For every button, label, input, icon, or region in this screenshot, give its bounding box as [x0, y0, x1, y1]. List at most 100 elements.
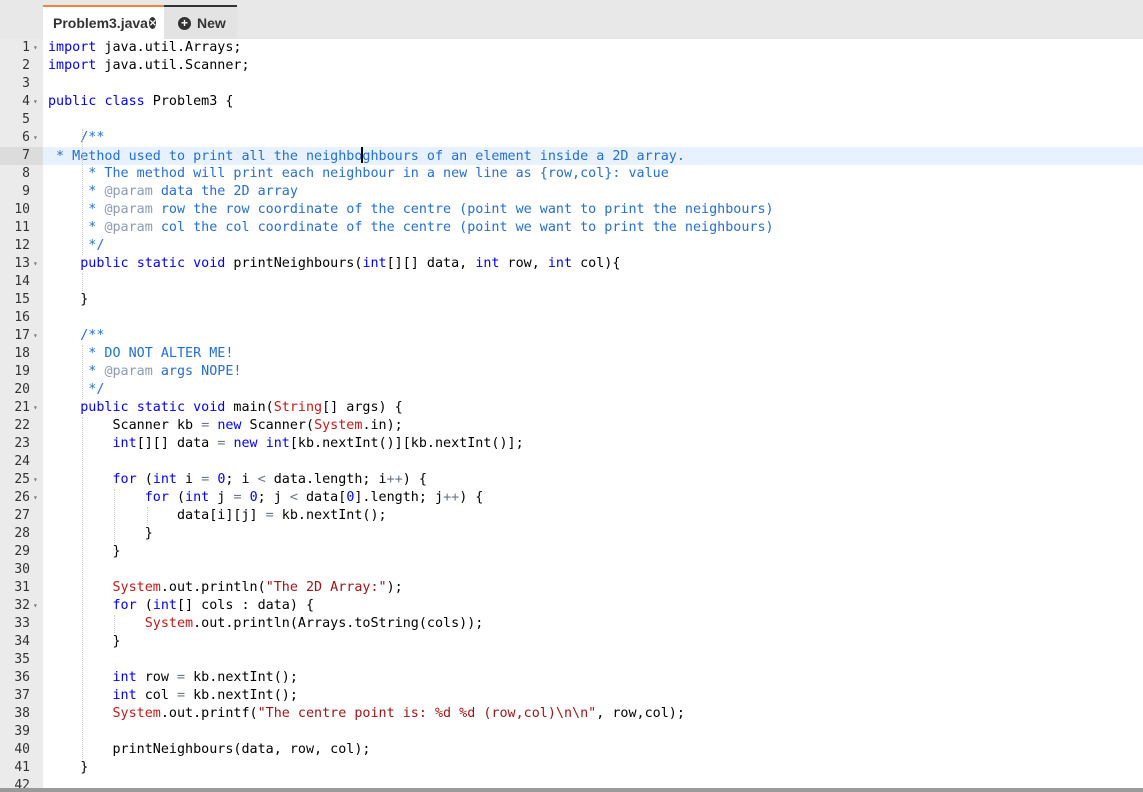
new-tab-button[interactable]: + New	[164, 5, 237, 39]
code-text: public static void printNeighbours(int[]…	[80, 256, 621, 271]
code-text: System.out.println("The 2D Array:");	[112, 580, 403, 595]
code-line[interactable]: 32 ▾ for (int[] cols : data) {	[0, 597, 1143, 615]
close-icon[interactable]: ✕	[148, 17, 157, 29]
horizontal-scrollbar[interactable]	[0, 788, 1143, 792]
line-number: 22	[14, 418, 30, 433]
tab-problem3-java[interactable]: Problem3.java ✕	[43, 5, 164, 39]
line-number: 30	[14, 562, 30, 577]
code-line[interactable]: 9 * @param data the 2D array	[0, 183, 1143, 201]
code-line[interactable]: 25 ▾ for (int i = 0; i < data.length; i++…	[0, 471, 1143, 489]
code-text: import java.util.Arrays;	[48, 40, 242, 55]
code-text: }	[48, 292, 89, 307]
tab-bar: Problem3.java ✕ + New	[0, 0, 1143, 39]
code-text: for (int i = 0; i < data.length; i++) {	[112, 472, 427, 487]
code-line[interactable]: 26 ▾ for (int j = 0; j < data[0].length; …	[0, 489, 1143, 507]
code-line[interactable]: 30	[0, 561, 1143, 579]
code-line[interactable]: 18 * DO NOT ALTER ME!	[0, 345, 1143, 363]
line-number: 16	[14, 310, 30, 325]
line-number: 31	[14, 580, 30, 595]
fold-toggle-icon[interactable]: ▾	[33, 399, 41, 417]
line-number: 2	[22, 58, 30, 73]
code-line[interactable]: 22 Scanner kb = new Scanner(System.in);	[0, 417, 1143, 435]
code-line[interactable]: 38 System.out.printf("The centre point i…	[0, 705, 1143, 723]
code-line[interactable]: 11 * @param col the col coordinate of th…	[0, 219, 1143, 237]
line-number: 7	[0, 147, 43, 165]
code-line[interactable]: 4 ▾ public class Problem3 {	[0, 93, 1143, 111]
line-number: 29	[14, 544, 30, 559]
code-text: printNeighbours(data, row, col);	[48, 742, 371, 757]
code-line[interactable]: 37 int col = kb.nextInt();	[0, 687, 1143, 705]
indent-guide	[114, 489, 115, 543]
code-line[interactable]: 3	[0, 75, 1143, 93]
fold-toggle-icon[interactable]: ▾	[33, 597, 41, 615]
code-line[interactable]: 23 int[][] data = new int[kb.nextInt()][…	[0, 435, 1143, 453]
fold-toggle-icon[interactable]: ▾	[33, 39, 41, 57]
line-number: 15	[14, 292, 30, 307]
code-text: * DO NOT ALTER ME!	[48, 346, 234, 361]
code-line[interactable]: 28 }	[0, 525, 1143, 543]
line-number: 41	[14, 760, 30, 775]
line-number: 18	[14, 346, 30, 361]
line-number: 3	[22, 76, 30, 91]
code-line[interactable]: 39	[0, 723, 1143, 741]
code-text: System.out.printf("The centre point is: …	[112, 706, 685, 721]
code-line[interactable]: 36 int row = kb.nextInt();	[0, 669, 1143, 687]
code-line[interactable]: 10 * @param row the row coordinate of th…	[0, 201, 1143, 219]
code-line[interactable]: 42	[0, 777, 1143, 788]
code-text: }	[48, 526, 153, 541]
code-line[interactable]: 12 */	[0, 237, 1143, 255]
code-line[interactable]: 33 System.out.println(Arrays.toString(co…	[0, 615, 1143, 633]
line-number: 40	[14, 742, 30, 757]
code-text: * @param col the col coordinate of the c…	[48, 220, 774, 235]
line-number: 38	[14, 706, 30, 721]
code-text: public class Problem3 {	[48, 94, 234, 109]
code-line[interactable]: 8 * The method will print each neighbour…	[0, 165, 1143, 183]
line-number: 35	[14, 652, 30, 667]
code-line[interactable]: 21 ▾ public static void main(String[] arg…	[0, 399, 1143, 417]
code-text: * @param row the row coordinate of the c…	[48, 202, 774, 217]
indent-guide	[114, 615, 115, 633]
code-line[interactable]: 19 * @param args NOPE!	[0, 363, 1143, 381]
line-number: 33	[14, 616, 30, 631]
fold-toggle-icon[interactable]: ▾	[33, 327, 41, 345]
code-line[interactable]: 14	[0, 273, 1143, 291]
fold-toggle-icon[interactable]: ▾	[33, 255, 41, 273]
line-number: 14	[14, 274, 30, 289]
tab-label: Problem3.java	[53, 15, 148, 31]
code-line[interactable]: 40 printNeighbours(data, row, col);	[0, 741, 1143, 759]
line-number: 34	[14, 634, 30, 649]
indent-guide	[82, 345, 83, 399]
code-line[interactable]: 20 */	[0, 381, 1143, 399]
code-line[interactable]: 17 ▾ /**	[0, 327, 1143, 345]
fold-toggle-icon[interactable]: ▾	[33, 489, 41, 507]
fold-toggle-icon[interactable]: ▾	[33, 93, 41, 111]
indent-guide	[82, 273, 83, 291]
code-text: }	[48, 634, 121, 649]
code-line[interactable]: 16	[0, 309, 1143, 327]
code-line[interactable]: 5	[0, 111, 1143, 129]
line-number: 37	[14, 688, 30, 703]
code-line[interactable]: 6 ▾ /**	[0, 129, 1143, 147]
code-line[interactable]: 27 data[i][j] = kb.nextInt();	[0, 507, 1143, 525]
code-line[interactable]: 29 }	[0, 543, 1143, 561]
code-line[interactable]: 31 System.out.println("The 2D Array:");	[0, 579, 1143, 597]
code-line[interactable]: 7 * Method used to print all the neighbo…	[0, 147, 1143, 165]
fold-toggle-icon[interactable]: ▾	[33, 129, 41, 147]
code-line[interactable]: 35	[0, 651, 1143, 669]
code-line[interactable]: 34 }	[0, 633, 1143, 651]
code-line[interactable]: 15 }	[0, 291, 1143, 309]
fold-toggle-icon[interactable]: ▾	[33, 471, 41, 489]
code-line[interactable]: 13 ▾ public static void printNeighbours(i…	[0, 255, 1143, 273]
code-editor[interactable]: 1 ▾ import java.util.Arrays; 2 import java.u…	[0, 39, 1143, 788]
line-number: 20	[14, 382, 30, 397]
code-line[interactable]: 1 ▾ import java.util.Arrays;	[0, 39, 1143, 57]
code-text: int row = kb.nextInt();	[112, 670, 298, 685]
code-text: int col = kb.nextInt();	[112, 688, 298, 703]
code-line[interactable]: 2 import java.util.Scanner;	[0, 57, 1143, 75]
line-number: 39	[14, 724, 30, 739]
code-line[interactable]: 24	[0, 453, 1143, 471]
code-line[interactable]: 41 }	[0, 759, 1143, 777]
code-text: * Method used to print all the neighbogh…	[48, 147, 685, 164]
indent-guide	[147, 507, 148, 525]
line-number: 9	[22, 184, 30, 199]
